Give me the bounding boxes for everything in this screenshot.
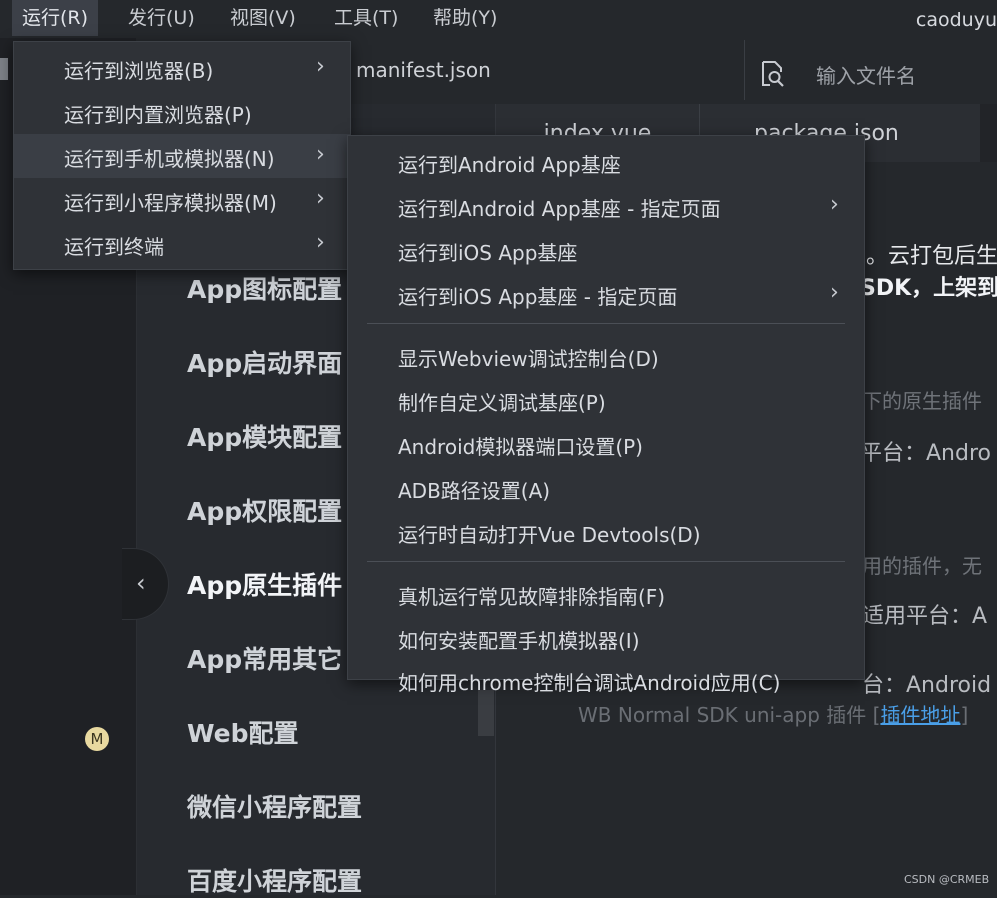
submenu-label: 制作自定义调试基座(P): [398, 391, 606, 415]
content-line-2: SDK，上架到: [860, 276, 997, 301]
chevron-right-icon: ›: [316, 230, 325, 255]
submenu-label: 真机运行常见故障排除指南(F): [398, 585, 666, 609]
device-submenu: 运行到Android App基座 运行到Android App基座 - 指定页面…: [347, 135, 865, 695]
content-line-6: 适用平台：A: [862, 604, 988, 629]
plugin-link[interactable]: 插件地址: [880, 703, 960, 727]
menubar: 运行(R) 发行(U) 视图(V) 工具(T) 帮助(Y) caoduyu: [0, 0, 997, 38]
nav-web[interactable]: Web配置: [187, 714, 299, 750]
content-line-7: 台：Android: [862, 673, 992, 698]
git-modified-badge: M: [85, 727, 109, 751]
submenu-label: ADB路径设置(A): [398, 479, 551, 503]
submenu-label: 运行到Android App基座 - 指定页面: [398, 197, 721, 221]
nav-app-other[interactable]: App常用其它: [187, 640, 342, 676]
submenu-item-troubleshoot[interactable]: 真机运行常见故障排除指南(F): [348, 571, 864, 615]
submenu-label: 如何用chrome控制台调试Android应用(C): [398, 671, 781, 695]
current-file-title[interactable]: manifest.json: [356, 58, 491, 82]
content-line-8: WB Normal SDK uni-app 插件 [插件地址]: [578, 699, 968, 728]
menu-run[interactable]: 运行(R): [12, 0, 99, 36]
submenu-item-webview-console[interactable]: 显示Webview调试控制台(D): [348, 333, 864, 377]
run-menu-label: 运行到内置浏览器(P): [64, 103, 252, 127]
chevron-right-icon: ›: [316, 142, 325, 167]
tab-scroll-area: [980, 104, 997, 162]
nav-app-icon[interactable]: App图标配置: [187, 270, 342, 306]
run-menu-item-browser[interactable]: 运行到浏览器(B) ›: [14, 46, 350, 90]
submenu-label: 运行到iOS App基座 - 指定页面: [398, 285, 678, 309]
nav-app-splash[interactable]: App启动界面: [187, 344, 342, 380]
menu-publish[interactable]: 发行(U): [118, 0, 205, 36]
chevron-right-icon: ›: [316, 186, 325, 211]
user-name[interactable]: caoduyu: [916, 0, 997, 38]
submenu-item-install-emulator[interactable]: 如何安装配置手机模拟器(I): [348, 615, 864, 659]
content-line-4: 平台：Andro: [860, 441, 991, 466]
strip-toggle[interactable]: [0, 58, 8, 80]
content-line-5: 用的插件，无: [862, 554, 982, 578]
submenu-item-chrome-debug[interactable]: 如何用chrome控制台调试Android应用(C): [348, 659, 864, 695]
run-menu-item-builtin-browser[interactable]: 运行到内置浏览器(P): [14, 90, 350, 134]
submenu-label: Android模拟器端口设置(P): [398, 435, 643, 459]
submenu-label: 显示Webview调试控制台(D): [398, 347, 659, 371]
watermark: CSDN @CRMEB: [904, 873, 990, 886]
nav-app-modules[interactable]: App模块配置: [187, 418, 342, 454]
nav-weixin-mp[interactable]: 微信小程序配置: [187, 788, 362, 824]
chevron-right-icon: ›: [830, 280, 839, 305]
submenu-item-android-base[interactable]: 运行到Android App基座: [348, 139, 864, 183]
submenu-item-ios-page[interactable]: 运行到iOS App基座 - 指定页面 ›: [348, 271, 864, 315]
file-search-input[interactable]: 输入文件名: [816, 60, 916, 89]
submenu-item-android-page[interactable]: 运行到Android App基座 - 指定页面 ›: [348, 183, 864, 227]
menu-help[interactable]: 帮助(Y): [423, 0, 507, 36]
content-line-1: 。云打包后生: [866, 244, 997, 269]
submenu-item-custom-base[interactable]: 制作自定义调试基座(P): [348, 377, 864, 421]
nav-app-permissions[interactable]: App权限配置: [187, 492, 342, 528]
chevron-right-icon: ›: [316, 54, 325, 79]
plugin-line-suffix: ]: [960, 703, 969, 727]
run-menu-item-terminal[interactable]: 运行到终端 ›: [14, 222, 350, 266]
submenu-item-ios-base[interactable]: 运行到iOS App基座: [348, 227, 864, 271]
submenu-label: 如何安装配置手机模拟器(I): [398, 629, 640, 653]
sidenav-scrollbar[interactable]: [478, 690, 494, 736]
menu-tools[interactable]: 工具(T): [324, 0, 408, 36]
search-file-icon[interactable]: [758, 59, 788, 89]
run-menu-label: 运行到小程序模拟器(M): [64, 191, 277, 215]
run-menu-label: 运行到手机或模拟器(N): [64, 147, 275, 171]
submenu-item-emulator-port[interactable]: Android模拟器端口设置(P): [348, 421, 864, 465]
run-menu-label: 运行到浏览器(B): [64, 59, 214, 83]
run-menu-label: 运行到终端: [64, 235, 164, 259]
run-menu: 运行到浏览器(B) › 运行到内置浏览器(P) 运行到手机或模拟器(N) › 运…: [13, 41, 351, 270]
run-menu-item-miniprogram[interactable]: 运行到小程序模拟器(M) ›: [14, 178, 350, 222]
submenu-item-adb-path[interactable]: ADB路径设置(A): [348, 465, 864, 509]
header-divider: [744, 40, 745, 100]
run-menu-item-device[interactable]: 运行到手机或模拟器(N) ›: [14, 134, 350, 178]
menu-divider: [367, 323, 845, 324]
submenu-label: 运行到iOS App基座: [398, 241, 578, 265]
plugin-line-text: WB Normal SDK uni-app 插件 [: [578, 703, 881, 727]
menu-view[interactable]: 视图(V): [220, 0, 306, 36]
menu-divider: [367, 561, 845, 562]
chevron-right-icon: ›: [830, 192, 839, 217]
submenu-item-vue-devtools[interactable]: 运行时自动打开Vue Devtools(D): [348, 509, 864, 553]
chevron-left-icon: ‹: [136, 569, 146, 597]
submenu-label: 运行时自动打开Vue Devtools(D): [398, 523, 701, 547]
submenu-label: 运行到Android App基座: [398, 153, 621, 177]
nav-baidu-mp[interactable]: 百度小程序配置: [187, 862, 362, 898]
nav-app-native-plugins[interactable]: App原生插件: [187, 566, 342, 602]
